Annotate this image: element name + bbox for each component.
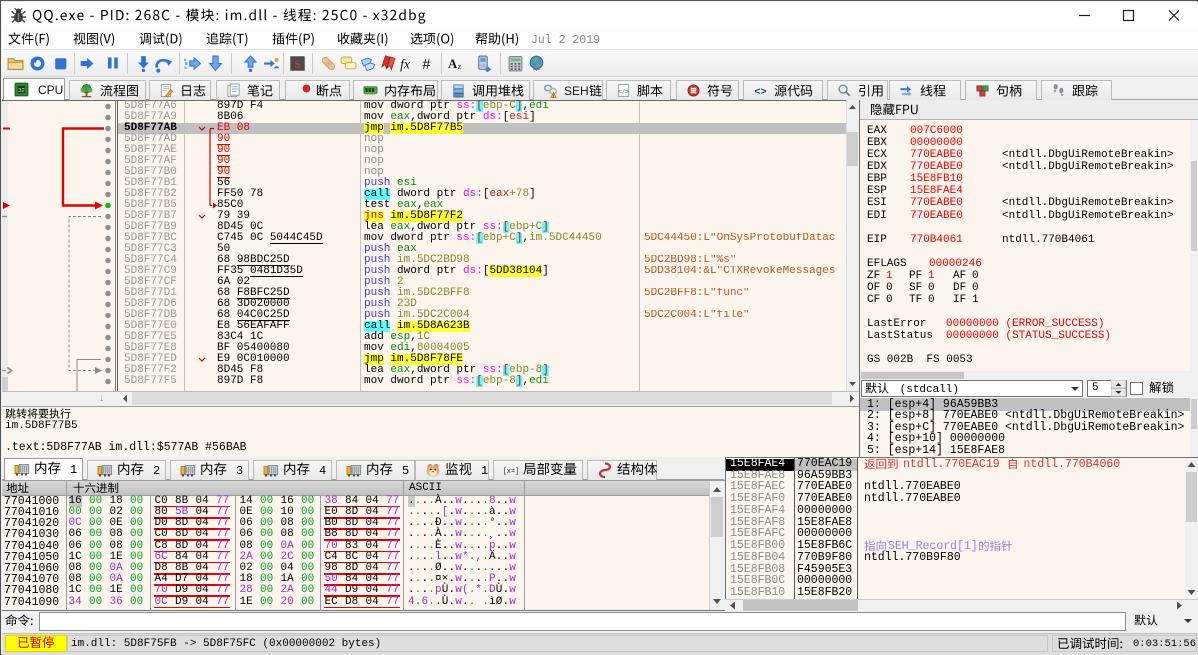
svg-text:z: z bbox=[458, 61, 462, 71]
svg-text:S: S bbox=[294, 58, 301, 71]
svg-text:32: 32 bbox=[18, 88, 24, 94]
svg-text:</>: </> bbox=[618, 88, 629, 95]
svg-text:[x=]: [x=] bbox=[503, 468, 519, 476]
svg-text:#: # bbox=[422, 57, 431, 72]
svg-text:A: A bbox=[448, 57, 458, 71]
svg-text:<>: <> bbox=[754, 86, 766, 98]
svg-text:fx: fx bbox=[400, 56, 411, 71]
